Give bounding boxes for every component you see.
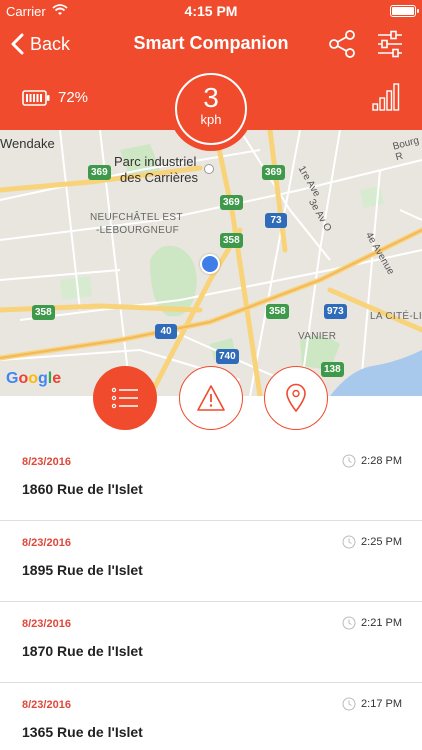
history-address: 1365 Rue de l'Islet bbox=[22, 724, 143, 740]
list-item[interactable]: 8/23/2016 2:25 PM 1895 Rue de l'Islet bbox=[0, 521, 422, 602]
speedometer: 3 kph bbox=[175, 73, 247, 145]
map-label-neufchatel-2: -LEBOURGNEUF bbox=[96, 225, 180, 236]
highway-shield: 358 bbox=[266, 304, 289, 319]
map-label-vanier: VANIER bbox=[298, 331, 337, 342]
clock-icon bbox=[342, 535, 356, 549]
history-address: 1895 Rue de l'Islet bbox=[22, 562, 143, 578]
warning-icon bbox=[197, 385, 225, 411]
highway-shield: 369 bbox=[88, 165, 111, 180]
highway-shield: 358 bbox=[32, 305, 55, 320]
highway-shield: 740 bbox=[216, 349, 239, 364]
back-label: Back bbox=[30, 33, 71, 54]
list-view-button[interactable] bbox=[93, 366, 157, 430]
speed-unit: kph bbox=[200, 112, 222, 127]
history-time: 2:17 PM bbox=[361, 698, 402, 710]
nav-bar: Back Smart Companion bbox=[0, 22, 422, 66]
history-date: 8/23/2016 bbox=[22, 618, 71, 630]
location-history-list: 8/23/2016 2:28 PM 1860 Rue de l'Islet 8/… bbox=[0, 440, 422, 750]
list-item[interactable]: 8/23/2016 2:28 PM 1860 Rue de l'Islet bbox=[0, 440, 422, 521]
battery-icon bbox=[22, 89, 50, 106]
list-item[interactable]: 8/23/2016 2:17 PM 1365 Rue de l'Islet bbox=[0, 683, 422, 750]
highway-shield: 973 bbox=[324, 304, 347, 319]
status-battery-icon bbox=[390, 5, 419, 17]
google-logo: Google bbox=[6, 370, 62, 387]
map-label-parc-1: Parc industriel bbox=[114, 154, 197, 169]
status-bar: Carrier 4:15 PM bbox=[0, 0, 422, 22]
highway-shield: 369 bbox=[220, 195, 243, 210]
clock-icon bbox=[342, 616, 356, 630]
history-date: 8/23/2016 bbox=[22, 537, 71, 549]
highway-shield: 138 bbox=[321, 362, 344, 377]
map-label-parc-2: des Carrières bbox=[120, 170, 199, 185]
clock-icon bbox=[342, 454, 356, 468]
map-label-wendake: Wendake bbox=[0, 136, 55, 151]
poi-marker[interactable] bbox=[204, 164, 214, 174]
list-icon bbox=[111, 387, 138, 409]
map-label-neufchatel-1: NEUFCHÂTEL EST bbox=[90, 212, 183, 223]
current-location-dot bbox=[200, 254, 220, 274]
history-address: 1860 Rue de l'Islet bbox=[22, 481, 143, 497]
share-button[interactable] bbox=[326, 28, 358, 60]
settings-filter-button[interactable] bbox=[374, 28, 406, 60]
map-view[interactable]: Wendake Parc industriel des Carrières NE… bbox=[0, 130, 422, 396]
highway-shield: 358 bbox=[220, 233, 243, 248]
signal-strength-icon bbox=[372, 83, 400, 111]
device-battery: 72% bbox=[22, 89, 88, 106]
speed-value: 3 bbox=[203, 82, 219, 113]
highway-shield: 40 bbox=[155, 324, 177, 339]
share-icon bbox=[329, 30, 355, 58]
history-address: 1870 Rue de l'Islet bbox=[22, 643, 143, 659]
alert-button[interactable] bbox=[179, 366, 243, 430]
back-button[interactable]: Back bbox=[10, 30, 70, 58]
history-time: 2:28 PM bbox=[361, 455, 402, 467]
battery-percent: 72% bbox=[58, 89, 89, 106]
sliders-icon bbox=[378, 30, 402, 58]
history-date: 8/23/2016 bbox=[22, 699, 71, 711]
clock-icon bbox=[342, 697, 356, 711]
location-pin-icon bbox=[286, 383, 306, 413]
location-button[interactable] bbox=[264, 366, 328, 430]
map-label-cite-limoilou: LA CITÉ-LIMOILOU bbox=[370, 311, 422, 322]
history-time: 2:25 PM bbox=[361, 536, 402, 548]
list-item[interactable]: 8/23/2016 2:21 PM 1870 Rue de l'Islet bbox=[0, 602, 422, 683]
history-time: 2:21 PM bbox=[361, 617, 402, 629]
highway-shield: 73 bbox=[265, 213, 287, 228]
highway-shield: 369 bbox=[262, 165, 285, 180]
status-time: 4:15 PM bbox=[184, 3, 238, 19]
chevron-left-icon bbox=[11, 33, 24, 55]
history-date: 8/23/2016 bbox=[22, 456, 71, 468]
